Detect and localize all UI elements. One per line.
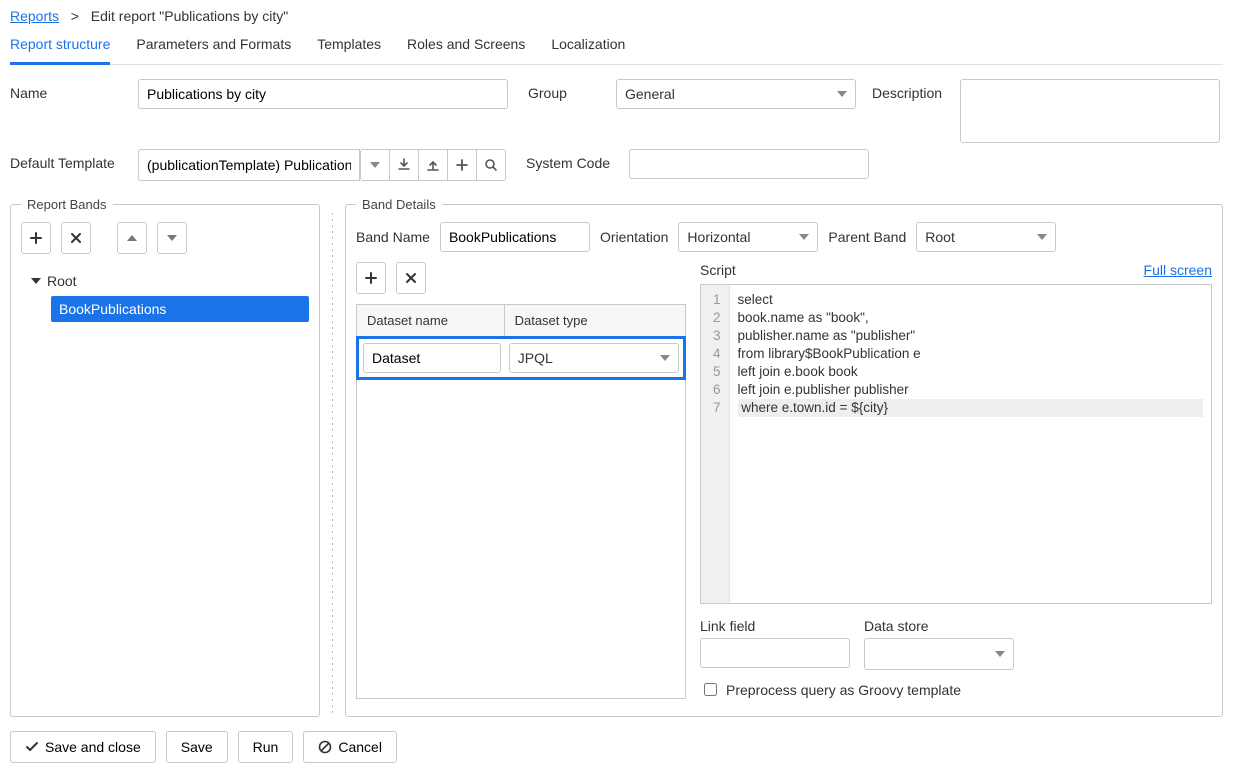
chevron-down-icon bbox=[1037, 234, 1047, 240]
template-add-button[interactable] bbox=[447, 149, 477, 181]
name-label: Name bbox=[10, 79, 130, 101]
plus-icon bbox=[30, 232, 42, 244]
link-field-label: Link field bbox=[700, 618, 850, 634]
dataset-name-input[interactable] bbox=[363, 343, 501, 373]
tree-root-node[interactable]: Root bbox=[21, 268, 309, 294]
name-input[interactable] bbox=[138, 79, 508, 109]
breadcrumb-root-link[interactable]: Reports bbox=[10, 8, 59, 24]
default-template-label: Default Template bbox=[10, 149, 130, 171]
dataset-table: Dataset name Dataset type JPQL bbox=[356, 304, 686, 699]
check-icon bbox=[25, 740, 39, 754]
parent-band-value: Root bbox=[925, 229, 955, 245]
tab-parameters-formats[interactable]: Parameters and Formats bbox=[136, 30, 291, 64]
band-name-input[interactable] bbox=[440, 222, 590, 252]
save-and-close-button[interactable]: Save and close bbox=[10, 731, 156, 763]
band-name-label: Band Name bbox=[356, 229, 430, 245]
orientation-select[interactable]: Horizontal bbox=[678, 222, 818, 252]
dataset-remove-button[interactable] bbox=[396, 262, 426, 294]
preprocess-label: Preprocess query as Groovy template bbox=[726, 682, 961, 698]
breadcrumb-separator: > bbox=[67, 8, 83, 24]
data-store-label: Data store bbox=[864, 618, 1014, 634]
script-label: Script bbox=[700, 262, 736, 278]
dataset-type-header[interactable]: Dataset type bbox=[505, 305, 685, 336]
tab-templates[interactable]: Templates bbox=[317, 30, 381, 64]
group-value: General bbox=[625, 86, 675, 102]
script-editor[interactable]: 1234567 selectbook.name as "book",publis… bbox=[700, 284, 1212, 604]
parent-band-select[interactable]: Root bbox=[916, 222, 1056, 252]
orientation-value: Horizontal bbox=[687, 229, 750, 245]
orientation-label: Orientation bbox=[600, 229, 668, 245]
default-template-input[interactable] bbox=[138, 149, 360, 181]
tab-roles-screens[interactable]: Roles and Screens bbox=[407, 30, 525, 64]
close-icon bbox=[70, 232, 82, 244]
caret-up-icon bbox=[127, 235, 137, 241]
link-field-input[interactable] bbox=[700, 638, 850, 668]
chevron-down-icon bbox=[660, 355, 670, 361]
close-icon bbox=[405, 272, 417, 284]
tree-root-label: Root bbox=[47, 273, 77, 289]
tree-caret-icon bbox=[31, 278, 41, 284]
run-button[interactable]: Run bbox=[238, 731, 294, 763]
description-textarea[interactable] bbox=[960, 79, 1220, 143]
tabs: Report structure Parameters and Formats … bbox=[10, 30, 1223, 65]
plus-icon bbox=[456, 159, 468, 171]
dataset-type-select[interactable]: JPQL bbox=[509, 343, 679, 373]
tab-report-structure[interactable]: Report structure bbox=[10, 30, 110, 65]
preprocess-checkbox[interactable] bbox=[704, 683, 717, 696]
cancel-icon bbox=[318, 740, 332, 754]
chevron-down-icon bbox=[799, 234, 809, 240]
cancel-label: Cancel bbox=[338, 739, 382, 755]
band-add-button[interactable] bbox=[21, 222, 51, 254]
caret-down-icon bbox=[167, 235, 177, 241]
search-icon bbox=[484, 158, 498, 172]
dataset-type-value: JPQL bbox=[518, 350, 553, 366]
description-label: Description bbox=[872, 79, 952, 101]
save-button[interactable]: Save bbox=[166, 731, 228, 763]
fullscreen-link[interactable]: Full screen bbox=[1144, 262, 1212, 278]
system-code-label: System Code bbox=[526, 149, 621, 171]
template-dropdown-button[interactable] bbox=[360, 149, 390, 181]
template-search-button[interactable] bbox=[476, 149, 506, 181]
chevron-down-icon bbox=[837, 91, 847, 97]
template-download-button[interactable] bbox=[389, 149, 419, 181]
group-select[interactable]: General bbox=[616, 79, 856, 109]
report-bands-panel: Report Bands Root BookPublications bbox=[10, 197, 320, 717]
report-bands-legend: Report Bands bbox=[21, 197, 113, 212]
run-label: Run bbox=[253, 739, 279, 755]
dataset-name-header[interactable]: Dataset name bbox=[357, 305, 505, 336]
tree-child-label: BookPublications bbox=[59, 301, 166, 317]
tree-node-bookpublications[interactable]: BookPublications bbox=[51, 296, 309, 322]
system-code-input[interactable] bbox=[629, 149, 869, 179]
band-details-legend: Band Details bbox=[356, 197, 442, 212]
plus-icon bbox=[365, 272, 377, 284]
band-details-panel: Band Details Band Name Orientation Horiz… bbox=[345, 197, 1223, 717]
dataset-add-button[interactable] bbox=[356, 262, 386, 294]
editor-gutter: 1234567 bbox=[701, 285, 730, 603]
save-label: Save bbox=[181, 739, 213, 755]
dataset-row[interactable]: JPQL bbox=[356, 336, 686, 380]
editor-code[interactable]: selectbook.name as "book",publisher.name… bbox=[730, 285, 1211, 603]
bands-tree: Root BookPublications bbox=[21, 268, 309, 322]
parent-band-label: Parent Band bbox=[828, 229, 906, 245]
band-move-down-button[interactable] bbox=[157, 222, 187, 254]
cancel-button[interactable]: Cancel bbox=[303, 731, 397, 763]
download-icon bbox=[397, 158, 411, 172]
panel-divider[interactable] bbox=[332, 213, 333, 717]
chevron-down-icon bbox=[370, 162, 380, 168]
breadcrumb-current: Edit report "Publications by city" bbox=[91, 8, 288, 24]
template-upload-button[interactable] bbox=[418, 149, 448, 181]
band-move-up-button[interactable] bbox=[117, 222, 147, 254]
breadcrumb: Reports > Edit report "Publications by c… bbox=[10, 8, 1223, 24]
tab-localization[interactable]: Localization bbox=[551, 30, 625, 64]
band-remove-button[interactable] bbox=[61, 222, 91, 254]
data-store-select[interactable] bbox=[864, 638, 1014, 670]
group-label: Group bbox=[528, 79, 608, 101]
chevron-down-icon bbox=[995, 651, 1005, 657]
upload-icon bbox=[426, 158, 440, 172]
save-and-close-label: Save and close bbox=[45, 739, 141, 755]
